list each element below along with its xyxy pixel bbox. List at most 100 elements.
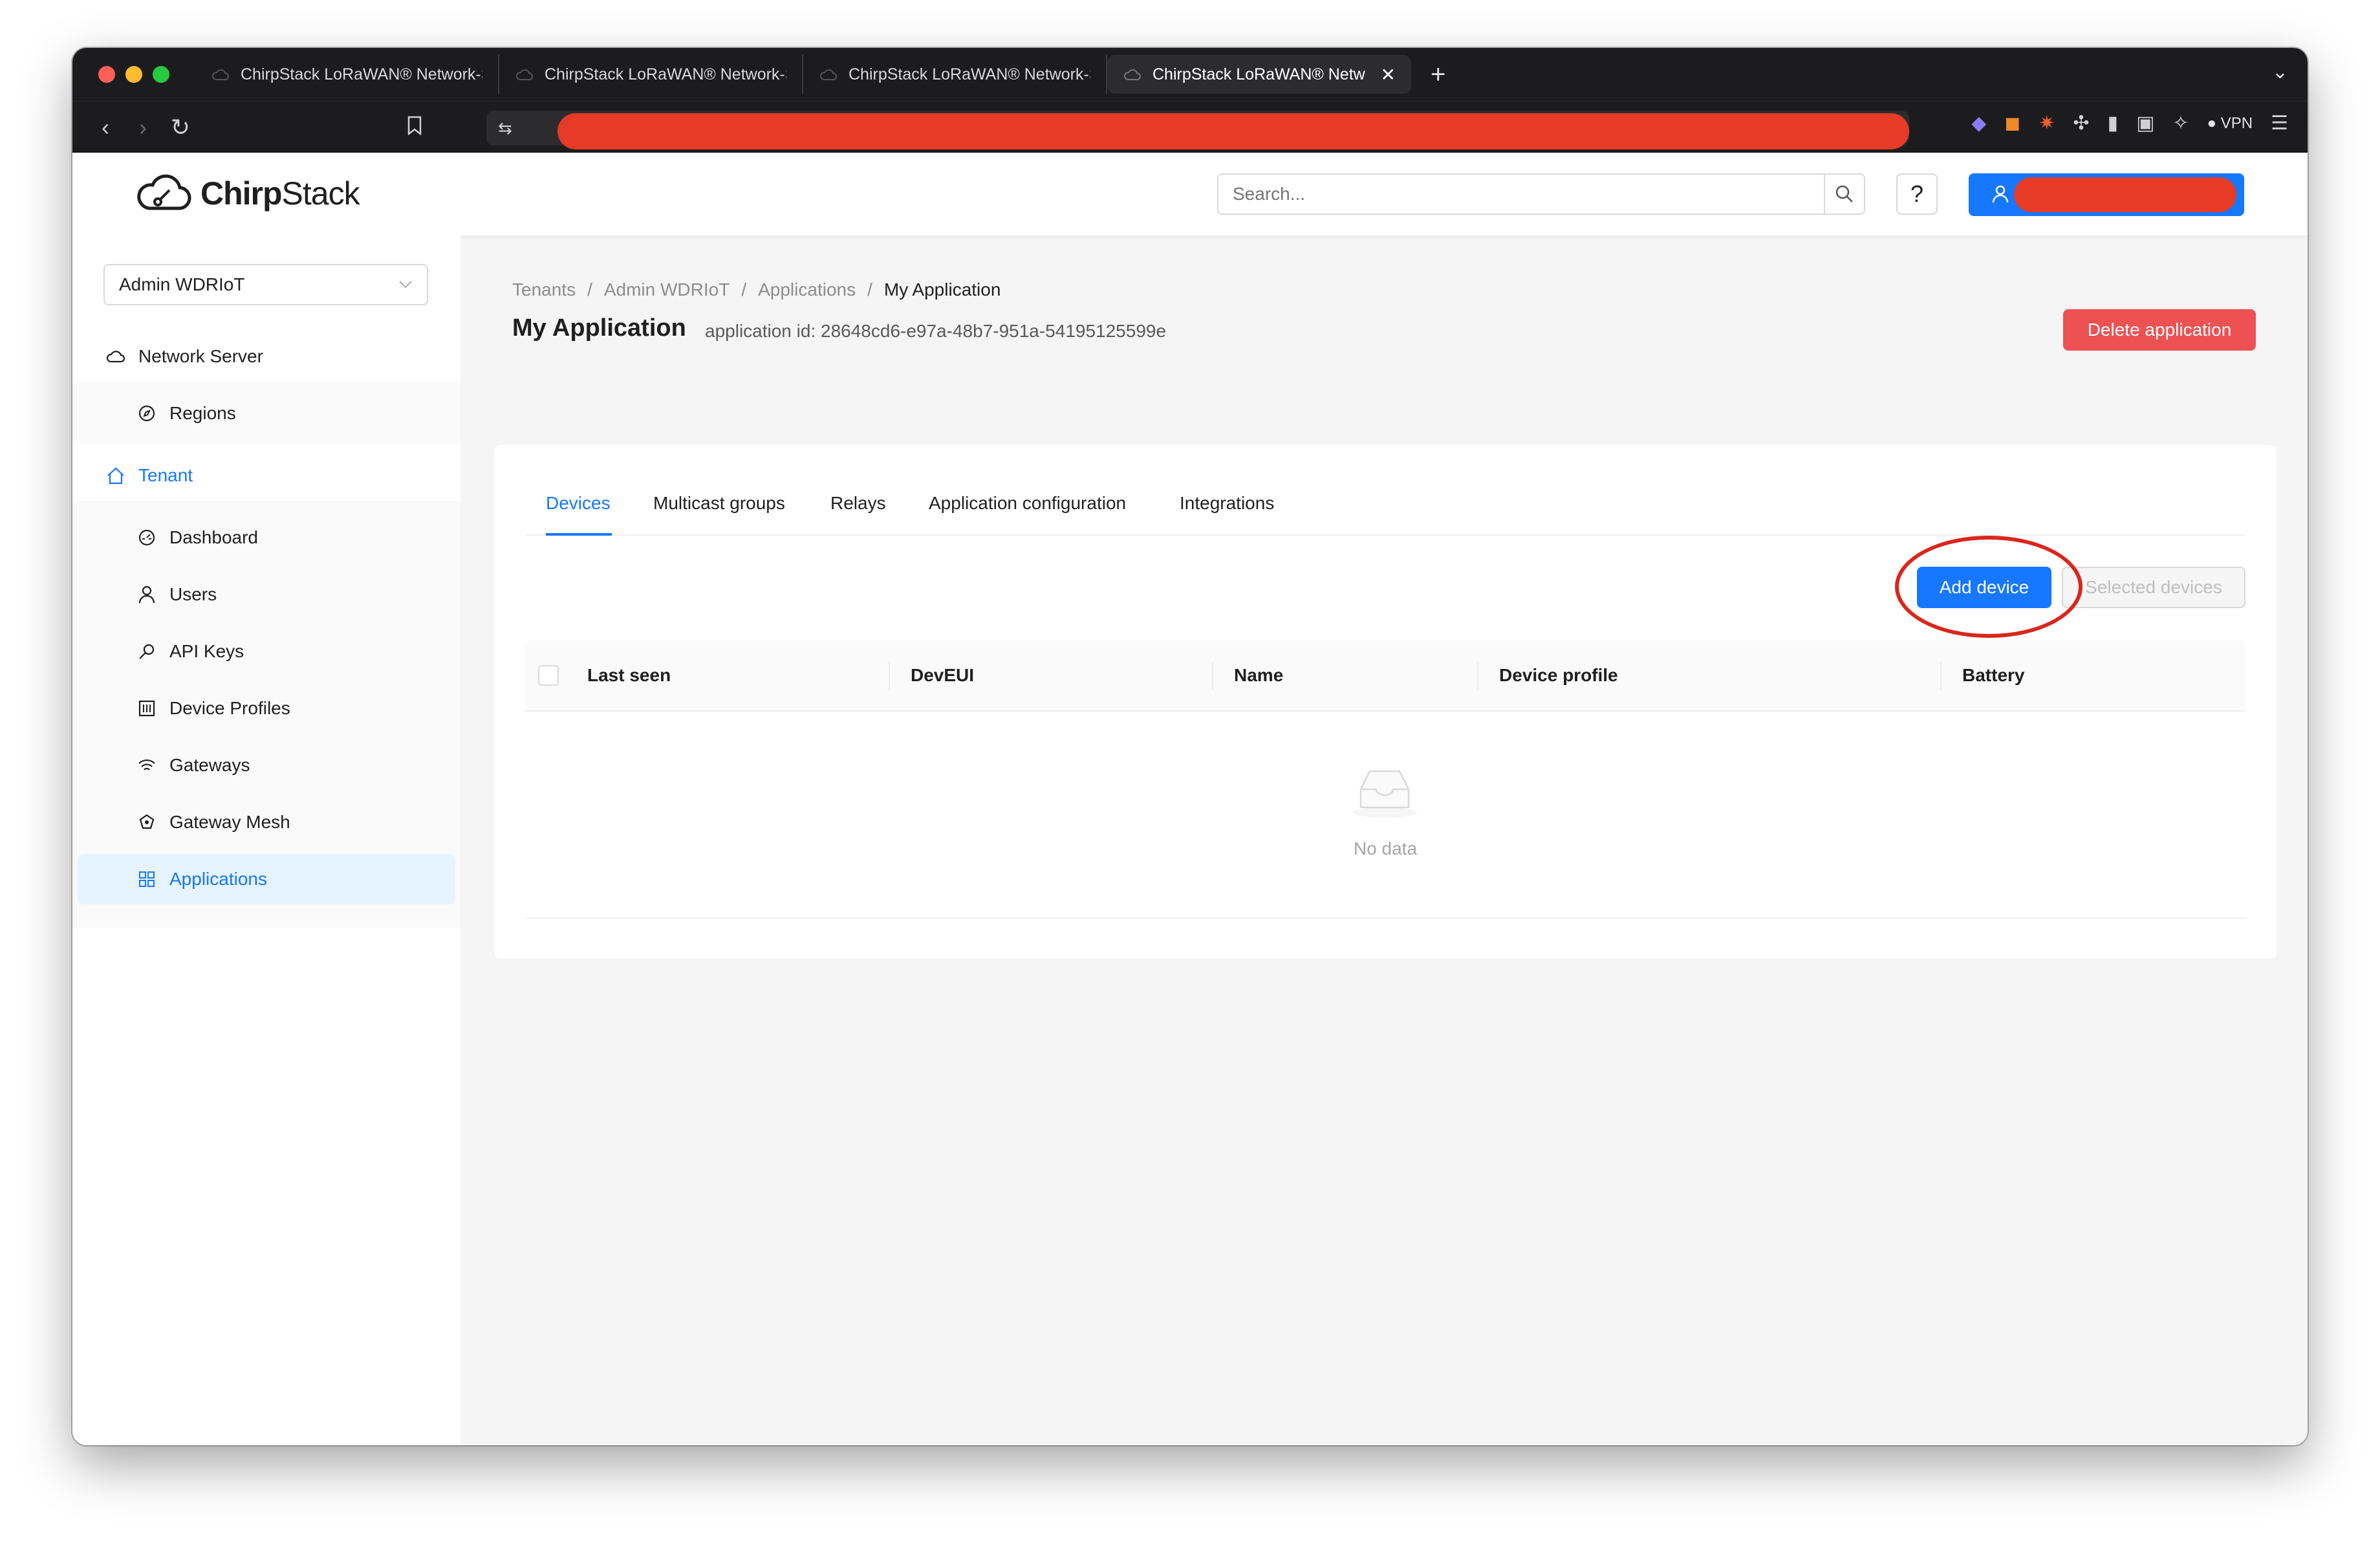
browser-tab[interactable]: ChirpStack LoRaWAN® Network-S xyxy=(499,55,803,94)
selected-devices-button[interactable]: Selected devices xyxy=(2062,567,2245,608)
column-divider xyxy=(1940,662,1942,690)
browser-extensions: ◆ ◼ ✷ ✣ ▮ ▣ ✧ ● VPN ☰ xyxy=(1971,112,2288,135)
browser-tab-title: ChirpStack LoRaWAN® Network-S xyxy=(849,65,1090,83)
breadcrumb-applications[interactable]: Applications xyxy=(758,279,856,300)
tenant-select[interactable]: Admin WDRIoT xyxy=(103,264,428,305)
fox-extension-icon[interactable]: ◼ xyxy=(2004,112,2020,135)
delete-application-button[interactable]: Delete application xyxy=(2063,309,2256,351)
minimize-window-button[interactable] xyxy=(125,66,142,83)
sidebar-item-label: Gateways xyxy=(169,755,250,775)
zoom-window-button[interactable] xyxy=(153,66,169,83)
sparkle-extension-icon[interactable]: ✷ xyxy=(2039,112,2055,135)
breadcrumb-tenant[interactable]: Admin WDRIoT xyxy=(604,279,730,300)
global-search xyxy=(1217,173,1865,215)
tab-devices[interactable]: Devices xyxy=(546,493,611,514)
application-id: application id: 28648cd6-e97a-48b7-951a-… xyxy=(705,321,1167,341)
chirpstack-logo[interactable]: ChirpStack xyxy=(136,171,360,216)
menu-icon[interactable]: ☰ xyxy=(2271,112,2288,135)
select-all-checkbox[interactable] xyxy=(538,665,559,686)
active-tab-indicator xyxy=(546,533,612,536)
control-icon xyxy=(137,699,157,718)
chevron-down-icon[interactable]: ⌄ xyxy=(2272,61,2288,83)
breadcrumb-separator: / xyxy=(741,279,747,300)
wallet-icon[interactable]: ▣ xyxy=(2136,112,2154,135)
devices-table-header: Last seen DevEUI Name Device profile Bat… xyxy=(525,640,2245,712)
logo-text-bold: Chirp xyxy=(200,175,283,212)
home-icon xyxy=(106,466,125,485)
puzzle-icon[interactable]: ✣ xyxy=(2073,112,2089,135)
sidebar: Admin WDRIoT Network Server Regions Tena… xyxy=(72,235,460,1445)
sidebar-item-dashboard[interactable]: Dashboard xyxy=(72,512,460,563)
application-card: Devices Multicast groups Relays Applicat… xyxy=(494,445,2277,959)
dashboard-icon xyxy=(137,528,157,547)
tab-relays[interactable]: Relays xyxy=(830,493,886,514)
sidebar-item-gateway-mesh[interactable]: Gateway Mesh xyxy=(72,797,460,847)
search-input[interactable] xyxy=(1218,175,1824,213)
vpn-label: VPN xyxy=(2220,114,2253,132)
close-tab-icon[interactable]: ✕ xyxy=(1381,64,1396,85)
appstore-icon xyxy=(137,869,157,889)
redacted-username xyxy=(2014,177,2236,212)
bookmark-icon[interactable] xyxy=(396,114,433,141)
breadcrumb-current: My Application xyxy=(883,279,1001,300)
help-button[interactable]: ? xyxy=(1896,173,1938,215)
ai-sparkle-icon[interactable]: ✧ xyxy=(2172,112,2189,135)
mesh-icon xyxy=(137,813,157,832)
close-window-button[interactable] xyxy=(98,66,115,83)
sidebar-item-label: Network Server xyxy=(138,346,263,366)
sidebar-item-api-keys[interactable]: API Keys xyxy=(72,626,460,677)
new-tab-button[interactable]: + xyxy=(1431,60,1445,89)
site-settings-icon[interactable]: ⇆ xyxy=(498,118,512,138)
empty-inbox-icon xyxy=(1352,770,1417,818)
application-tabs: Devices Multicast groups Relays Applicat… xyxy=(525,445,2245,536)
column-deveui[interactable]: DevEUI xyxy=(911,665,974,686)
column-battery[interactable]: Battery xyxy=(1962,665,2024,686)
forward-arrow-icon[interactable]: › xyxy=(124,114,162,141)
sidebar-item-label: Applications xyxy=(169,869,267,889)
extension-icon[interactable]: ◆ xyxy=(1971,112,1986,135)
cloud-favicon-icon xyxy=(820,69,837,80)
cloud-favicon-icon xyxy=(1124,69,1141,80)
browser-tab[interactable]: ChirpStack LoRaWAN® Network-S xyxy=(195,55,499,94)
sidebar-item-network-server[interactable]: Network Server xyxy=(72,331,460,382)
user-icon xyxy=(1992,185,2009,203)
sidebar-icon[interactable]: ▮ xyxy=(2108,112,2119,135)
sidebar-item-regions[interactable]: Regions xyxy=(72,388,460,439)
search-button[interactable] xyxy=(1824,175,1864,213)
browser-tab-title: ChirpStack LoRaWAN® Network-S xyxy=(241,65,482,83)
logo-text: ChirpStack xyxy=(200,175,360,212)
column-name[interactable]: Name xyxy=(1234,665,1283,686)
redacted-url xyxy=(557,113,1909,149)
breadcrumb-separator: / xyxy=(867,279,872,300)
tab-multicast-groups[interactable]: Multicast groups xyxy=(653,493,785,514)
sidebar-item-device-profiles[interactable]: Device Profiles xyxy=(72,683,460,734)
sidebar-item-label: API Keys xyxy=(169,641,244,661)
column-divider xyxy=(1212,662,1213,690)
reload-icon[interactable]: ↻ xyxy=(162,114,199,141)
browser-tab[interactable]: ChirpStack LoRaWAN® Network-S xyxy=(803,55,1107,94)
column-divider xyxy=(1477,662,1478,690)
sidebar-item-gateways[interactable]: Gateways xyxy=(72,740,460,791)
sidebar-item-tenant[interactable]: Tenant xyxy=(72,450,460,501)
tab-application-configuration[interactable]: Application configuration xyxy=(929,493,1126,514)
breadcrumb-separator: / xyxy=(587,279,592,300)
column-device-profile[interactable]: Device profile xyxy=(1499,665,1618,686)
vpn-badge[interactable]: ● VPN xyxy=(2207,115,2253,133)
user-icon xyxy=(137,585,157,604)
sidebar-item-users[interactable]: Users xyxy=(72,569,460,620)
back-arrow-icon[interactable]: ‹ xyxy=(87,114,124,141)
cloud-icon xyxy=(106,347,125,366)
user-menu-button[interactable] xyxy=(1969,173,2244,216)
search-icon xyxy=(1835,185,1853,202)
sidebar-item-label: Gateway Mesh xyxy=(169,812,290,832)
column-last-seen[interactable]: Last seen xyxy=(587,665,671,686)
browser-tab-active[interactable]: ChirpStack LoRaWAN® Netw ✕ xyxy=(1107,55,1411,94)
browser-tab-title: ChirpStack LoRaWAN® Network-S xyxy=(545,65,786,83)
window-controls xyxy=(98,66,169,83)
breadcrumb-tenants[interactable]: Tenants xyxy=(512,279,576,300)
tab-integrations[interactable]: Integrations xyxy=(1180,493,1274,514)
compass-icon xyxy=(137,404,157,423)
app-root: ChirpStack ? Admin WDRIoT Network Se xyxy=(72,153,2308,1445)
sidebar-item-applications[interactable]: Applications xyxy=(78,854,455,904)
sidebar-item-label: Tenant xyxy=(138,465,193,485)
